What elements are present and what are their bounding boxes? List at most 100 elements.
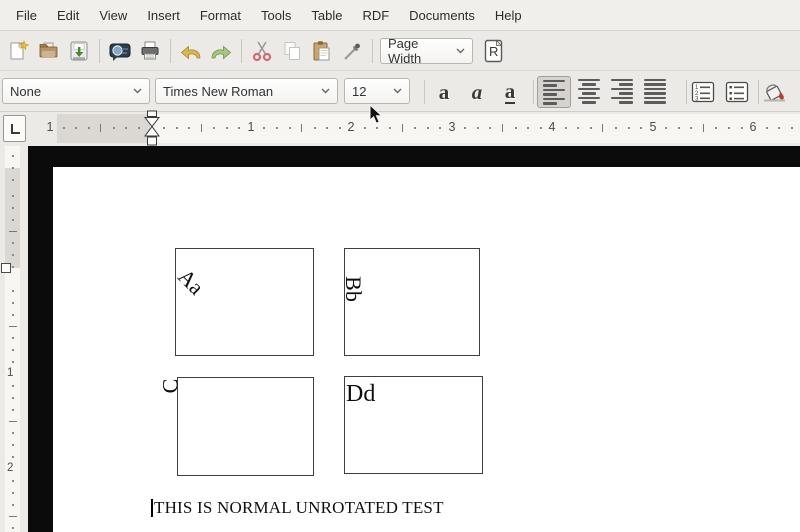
menu-rdf[interactable]: RDF — [352, 4, 399, 27]
align-justify-button[interactable] — [640, 76, 670, 106]
bulleted-list-button[interactable] — [722, 77, 752, 107]
font-select[interactable]: Times New Roman — [155, 78, 338, 104]
left-tab-icon — [10, 123, 20, 134]
cut-button[interactable] — [247, 36, 277, 66]
text-frame-b[interactable] — [344, 248, 480, 356]
redo-button[interactable] — [206, 36, 236, 66]
frame-b-label: Bb — [340, 276, 366, 302]
save-icon — [70, 41, 88, 61]
bold-button[interactable]: a — [429, 77, 459, 107]
standard-toolbar: Page Width R — [0, 32, 800, 71]
new-document-button[interactable] — [4, 36, 34, 66]
print-preview-button[interactable] — [105, 36, 135, 66]
print-button[interactable] — [135, 36, 165, 66]
text-frame-a[interactable] — [175, 248, 314, 356]
underline-icon: a — [504, 78, 516, 104]
style-select[interactable]: None — [2, 78, 150, 104]
open-button[interactable] — [34, 36, 64, 66]
fill-color-button[interactable] — [760, 76, 790, 106]
paste-button[interactable] — [307, 36, 337, 66]
indent-marker[interactable] — [143, 110, 161, 152]
mouse-cursor — [369, 104, 385, 126]
open-folder-icon — [39, 42, 58, 58]
text-caret — [151, 499, 153, 517]
vruler-number: 2 — [7, 462, 14, 474]
fill-bucket-icon — [764, 84, 785, 102]
copy-icon — [284, 42, 300, 60]
menu-edit[interactable]: Edit — [47, 4, 89, 27]
undo-button[interactable] — [176, 36, 206, 66]
underline-button[interactable]: a — [495, 77, 525, 107]
rdf-document-icon: R — [484, 39, 503, 63]
frame-d-label: Dd — [346, 381, 376, 407]
toolbar-separator — [241, 39, 242, 63]
format-painter-icon — [344, 43, 360, 60]
formatting-toolbar: None Times New Roman 12 a a a 1 2 3 — [0, 72, 800, 112]
indent-marker-icon — [143, 110, 161, 146]
horizontal-ruler: 1 1 2 3 4 5 6 — [0, 112, 800, 146]
chevron-down-icon — [456, 48, 465, 54]
svg-text:R: R — [489, 44, 498, 59]
font-size-select[interactable]: 12 — [344, 78, 410, 104]
menu-table[interactable]: Table — [301, 4, 352, 27]
chevron-down-icon — [133, 88, 142, 94]
menu-documents[interactable]: Documents — [399, 4, 485, 27]
align-center-button[interactable] — [574, 76, 604, 106]
toolbar-separator — [424, 80, 425, 104]
numbered-list-icon: 1 2 3 — [691, 81, 715, 103]
bold-icon: a — [438, 79, 450, 104]
format-painter-button[interactable] — [337, 36, 367, 66]
toolbar-separator — [170, 39, 171, 63]
bulleted-list-icon — [725, 81, 749, 103]
text-frame-c[interactable] — [177, 377, 314, 476]
ruler-margin-area — [57, 114, 150, 143]
chevron-down-icon — [393, 88, 402, 94]
align-right-button[interactable] — [607, 76, 637, 106]
menu-view[interactable]: View — [89, 4, 137, 27]
chevron-down-icon — [321, 88, 330, 94]
redo-icon — [211, 45, 232, 60]
hruler-number: 1 — [46, 120, 54, 134]
align-justify-icon — [644, 78, 666, 104]
print-icon — [141, 41, 159, 60]
menu-file[interactable]: File — [6, 4, 47, 27]
copy-button[interactable] — [277, 36, 307, 66]
zoom-select-value: Page Width — [388, 36, 422, 66]
vertical-ruler: 12 — [5, 146, 20, 532]
tab-stop-selector[interactable] — [3, 115, 26, 142]
align-left-button[interactable] — [537, 76, 571, 108]
menu-bar: File Edit View Insert Format Tools Table… — [0, 0, 800, 31]
numbered-list-button[interactable]: 1 2 3 — [688, 77, 718, 107]
align-right-icon — [611, 78, 633, 104]
top-margin-marker[interactable] — [1, 263, 11, 273]
hruler-number: 5 — [649, 120, 657, 134]
style-select-value: None — [10, 83, 42, 99]
italic-button[interactable]: a — [462, 77, 492, 107]
hruler-number: 1 — [247, 120, 255, 134]
save-button[interactable] — [64, 36, 94, 66]
abiword-window: File Edit View Insert Format Tools Table… — [0, 0, 800, 532]
undo-icon — [180, 45, 201, 60]
print-preview-icon — [109, 43, 131, 61]
paste-clipboard-icon — [313, 41, 330, 61]
rdf-editor-button[interactable]: R — [479, 36, 509, 66]
toolbar-separator — [99, 39, 100, 63]
toolbar-separator — [758, 80, 759, 104]
hruler-number: 3 — [448, 120, 456, 134]
menu-tools[interactable]: Tools — [251, 4, 301, 27]
menu-format[interactable]: Format — [190, 4, 251, 27]
hruler-number: 2 — [347, 120, 355, 134]
hruler-number: 6 — [749, 120, 757, 134]
paragraph-text[interactable]: THIS IS NORMAL UNROTATED TEST — [154, 498, 444, 518]
zoom-select[interactable]: Page Width — [380, 36, 473, 66]
align-center-icon — [578, 78, 600, 104]
font-size-select-value: 12 — [352, 83, 367, 99]
hruler-number: 4 — [548, 120, 556, 134]
vruler-number: 1 — [7, 367, 14, 379]
menu-insert[interactable]: Insert — [137, 4, 190, 27]
new-document-icon — [10, 39, 30, 60]
font-select-value: Times New Roman — [163, 83, 274, 99]
toolbar-separator — [533, 80, 534, 104]
frame-c-label: C — [157, 378, 183, 394]
menu-help[interactable]: Help — [485, 4, 532, 27]
